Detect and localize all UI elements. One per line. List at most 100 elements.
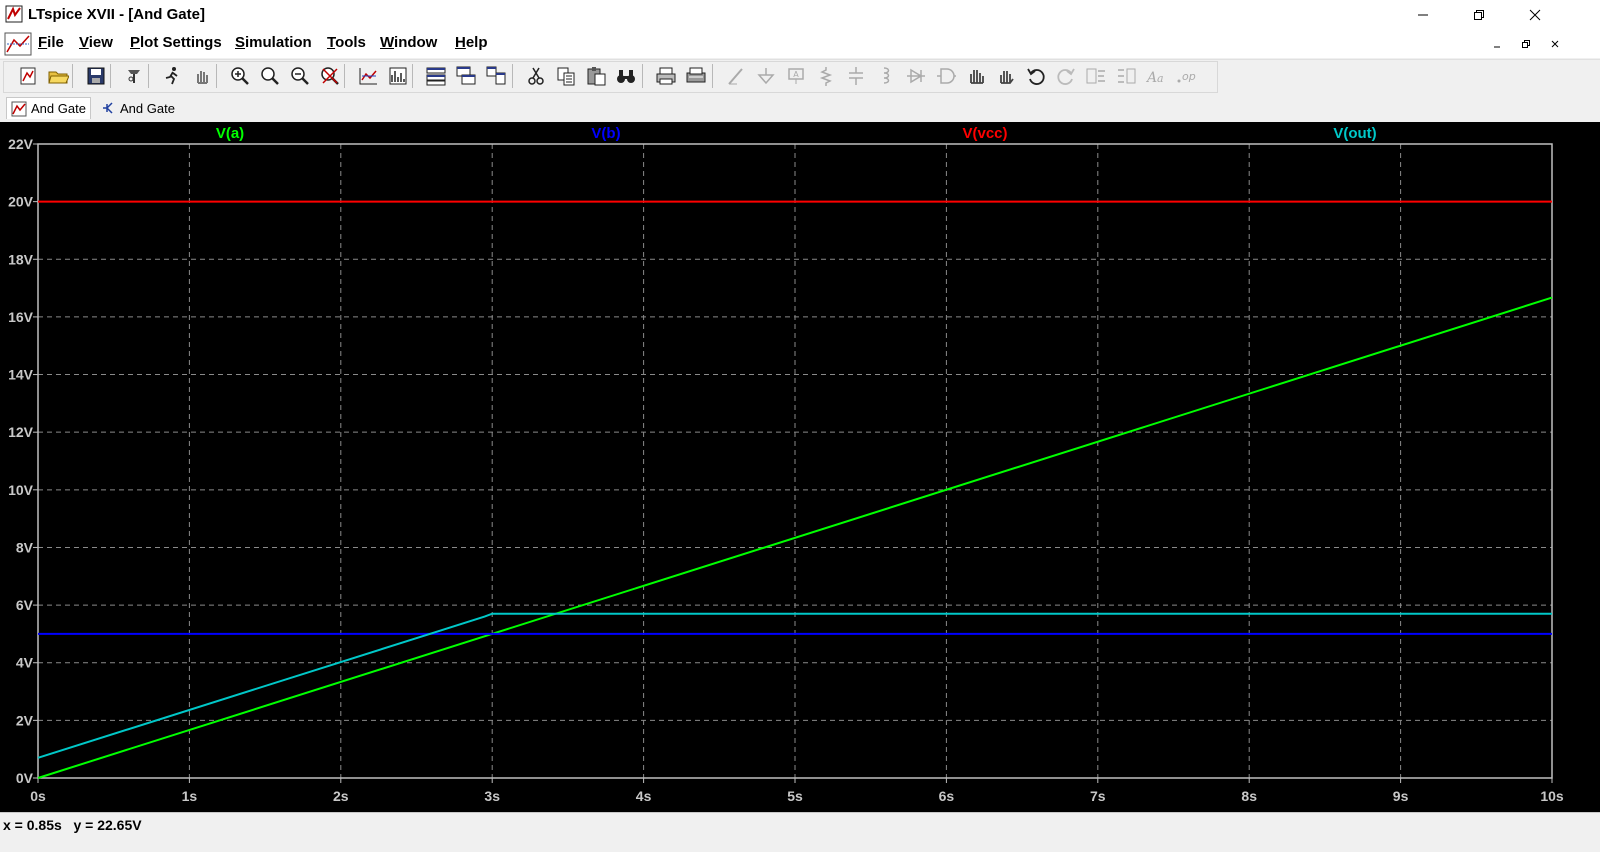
wire-button[interactable] <box>724 65 748 87</box>
zoom-cancel-button[interactable] <box>318 65 342 87</box>
rotate-button[interactable] <box>1084 65 1108 87</box>
restore-icon <box>1474 10 1484 20</box>
diode-button[interactable] <box>904 65 928 87</box>
doc-minimize-button[interactable] <box>1486 34 1508 54</box>
svg-text:A: A <box>1145 70 1157 86</box>
zoom-out-button[interactable] <box>288 65 312 87</box>
menu-tools[interactable]: Tools <box>327 34 366 51</box>
tile-horizontal-button[interactable] <box>424 65 448 87</box>
status-bar: x = 0.85s y = 22.65V <box>0 812 1600 852</box>
move-icon <box>970 70 984 84</box>
waveform-plot[interactable]: 0s 1s 2s 3s 4s 5s 6s 7s 8s 9s 10s 0V 2V 4V 6V 8V 10V 12V 1… <box>0 122 1600 812</box>
paste-button[interactable] <box>584 65 608 87</box>
new-schematic-button[interactable] <box>16 65 40 87</box>
menu-simulation[interactable]: Simulation <box>235 34 312 51</box>
menu-bar: File View Plot Settings Simulation Tools… <box>0 30 1600 58</box>
svg-text:A: A <box>793 70 799 79</box>
tile-vertical-button[interactable] <box>484 65 508 87</box>
trace-label: V(out) <box>1333 125 1376 142</box>
x-tick-label: 4s <box>636 788 652 804</box>
ground-button[interactable] <box>754 65 778 87</box>
zoom-box-button[interactable] <box>258 65 282 87</box>
toolbar-separator <box>642 64 643 88</box>
close-icon <box>1529 9 1541 21</box>
fft-button[interactable] <box>386 65 410 87</box>
move-button[interactable] <box>964 65 988 87</box>
tab-bar: And Gate And Gate <box>0 95 1600 121</box>
component-button[interactable] <box>934 65 958 87</box>
doc-close-button[interactable] <box>1544 34 1566 54</box>
zoom-in-button[interactable] <box>228 65 252 87</box>
mirror-button[interactable] <box>1114 65 1138 87</box>
autorange-button[interactable] <box>356 65 380 87</box>
zoom-out-icon <box>291 67 309 85</box>
trace-label: V(b) <box>591 125 620 142</box>
cascade-button[interactable] <box>454 65 478 87</box>
save-button[interactable] <box>84 65 108 87</box>
diode-icon <box>907 68 925 84</box>
trace-label: V(a) <box>216 125 244 142</box>
menu-file[interactable]: File <box>38 34 64 51</box>
print-button[interactable] <box>654 65 678 87</box>
text-button[interactable]: Aa <box>1144 65 1168 87</box>
y-tick-label: 8V <box>16 539 34 555</box>
tile-horizontal-icon <box>426 67 446 86</box>
y-tick-label: 20V <box>8 194 34 210</box>
run-button[interactable] <box>160 65 184 87</box>
text-icon: Aa <box>1145 70 1164 86</box>
menu-help[interactable]: Help <box>455 34 488 51</box>
drag-icon <box>1000 71 1014 84</box>
toolbar: A Aa op <box>0 59 1600 94</box>
y-tick-label: 0V <box>16 770 34 786</box>
tab-waveform-and-gate[interactable]: And Gate <box>6 97 91 119</box>
print-setup-button[interactable] <box>684 65 708 87</box>
minimize-icon <box>1494 46 1500 48</box>
copy-icon <box>557 67 575 86</box>
drag-button[interactable] <box>994 65 1018 87</box>
toolbar-separator <box>216 64 217 88</box>
redo-icon <box>1057 68 1075 85</box>
close-button[interactable] <box>1512 0 1558 30</box>
y-tick-label: 22V <box>8 136 34 152</box>
restore-button[interactable] <box>1456 0 1502 30</box>
schematic-icon <box>103 102 113 114</box>
inductor-button[interactable] <box>874 65 898 87</box>
capacitor-button[interactable] <box>844 65 868 87</box>
open-button[interactable] <box>46 65 70 87</box>
title-bar: LTspice XVII - [And Gate] <box>0 0 1600 30</box>
x-tick-label: 5s <box>787 788 803 804</box>
menu-view[interactable]: View <box>79 34 113 51</box>
paste-icon <box>587 67 606 86</box>
cut-icon <box>528 67 544 85</box>
cut-button[interactable] <box>524 65 548 87</box>
find-button[interactable] <box>614 65 638 87</box>
y-tick-label: 14V <box>8 367 34 383</box>
autorange-icon <box>359 68 377 85</box>
zoom-in-icon <box>231 67 249 85</box>
menu-window[interactable]: Window <box>380 34 437 51</box>
fft-icon <box>389 67 407 85</box>
x-tick-label: 0s <box>30 788 46 804</box>
undo-button[interactable] <box>1024 65 1048 87</box>
minimize-button[interactable] <box>1400 0 1446 30</box>
x-tick-label: 3s <box>484 788 500 804</box>
cursor-x-readout: x = 0.85s <box>3 817 62 833</box>
label-button[interactable]: A <box>784 65 808 87</box>
y-tick-label: 6V <box>16 597 34 613</box>
pan-icon <box>197 71 208 84</box>
control-panel-button[interactable] <box>122 65 146 87</box>
redo-button[interactable] <box>1054 65 1078 87</box>
toolbar-separator <box>512 64 513 88</box>
resistor-button[interactable] <box>814 65 838 87</box>
x-tick-label: 6s <box>939 788 955 804</box>
toolbar-separator <box>72 64 73 88</box>
copy-button[interactable] <box>554 65 578 87</box>
tab-schematic-and-gate[interactable]: And Gate <box>96 97 179 119</box>
spice-directive-button[interactable]: op <box>1174 65 1198 87</box>
pan-button[interactable] <box>190 65 214 87</box>
trace-label: V(vcc) <box>962 125 1007 142</box>
x-tick-label: 8s <box>1241 788 1257 804</box>
doc-restore-button[interactable] <box>1515 34 1537 54</box>
menu-plot-settings[interactable]: Plot Settings <box>130 34 222 51</box>
tile-vertical-icon <box>486 66 506 85</box>
